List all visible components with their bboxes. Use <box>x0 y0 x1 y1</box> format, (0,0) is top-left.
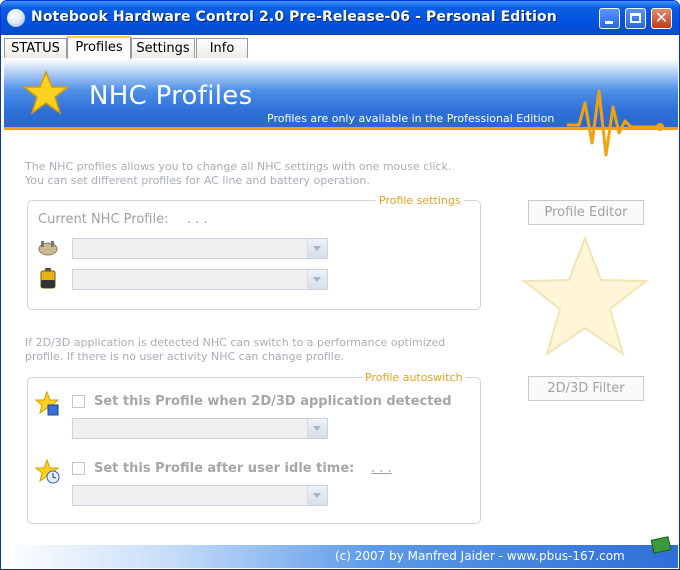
app-detect-label: Set this Profile when 2D/3D application … <box>94 394 452 409</box>
idle-profile-dropdown[interactable] <box>72 485 328 506</box>
idle-time-link[interactable]: . . . <box>371 461 392 476</box>
app-detect-dropdown-button[interactable] <box>307 419 327 438</box>
ac-dropdown-button[interactable] <box>307 239 327 258</box>
heartbeat-graphic <box>567 89 664 157</box>
intro-text: The NHC profiles allows you to change al… <box>25 160 451 188</box>
battery-profile-dropdown[interactable] <box>72 269 328 290</box>
header-subtitle: Profiles are only available in the Profe… <box>267 112 555 125</box>
tab-bar: STATUS Profiles Settings Info <box>4 36 678 59</box>
tab-info[interactable]: Info <box>196 38 248 58</box>
autoswitch-intro-line-1: If 2D/3D application is detected NHC can… <box>25 336 446 349</box>
star-app-icon <box>35 391 60 416</box>
footer-copyright: (c) 2007 by Manfred Jaider - www.pbus-16… <box>335 549 625 563</box>
app-icon <box>7 9 25 27</box>
intro-line-2: You can set different profiles for AC li… <box>25 174 370 187</box>
filter-button[interactable]: 2D/3D Filter <box>528 376 644 401</box>
chevron-down-icon <box>313 246 321 251</box>
large-star-watermark-icon <box>521 235 649 357</box>
profile-autoswitch-legend: Profile autoswitch <box>362 371 466 384</box>
app-detect-profile-dropdown[interactable] <box>72 418 328 439</box>
tab-settings[interactable]: Settings <box>131 38 195 58</box>
title-bar[interactable]: Notebook Hardware Control 2.0 Pre-Releas… <box>1 1 679 35</box>
app-detect-checkbox[interactable] <box>72 395 85 408</box>
battery-icon <box>40 268 56 289</box>
window-title: Notebook Hardware Control 2.0 Pre-Releas… <box>31 9 557 25</box>
tab-status[interactable]: STATUS <box>4 38 67 58</box>
maximize-icon <box>630 13 641 23</box>
chevron-down-icon <box>313 493 321 498</box>
star-icon <box>23 70 69 115</box>
intro-line-1: The NHC profiles allows you to change al… <box>25 160 452 173</box>
idle-checkbox[interactable] <box>72 462 85 475</box>
app-window: Notebook Hardware Control 2.0 Pre-Releas… <box>0 0 680 570</box>
ac-profile-dropdown[interactable] <box>72 238 328 259</box>
close-button[interactable]: ✕ <box>651 8 672 29</box>
current-profile-value: . . . <box>187 212 208 227</box>
autoswitch-intro-line-2: profile. If there is no user activity NH… <box>25 350 345 363</box>
star-clock-icon <box>35 459 60 484</box>
minimize-icon <box>605 21 613 24</box>
maximize-button[interactable] <box>625 8 646 29</box>
tab-profiles[interactable]: Profiles <box>67 36 131 59</box>
page-title: NHC Profiles <box>89 81 253 111</box>
profile-editor-button[interactable]: Profile Editor <box>528 200 644 225</box>
idle-label: Set this Profile after user idle time: <box>94 461 355 476</box>
ac-power-icon <box>38 241 58 256</box>
battery-dropdown-button[interactable] <box>307 270 327 289</box>
current-profile-label: Current NHC Profile: <box>38 212 169 227</box>
idle-dropdown-button[interactable] <box>307 486 327 505</box>
minimize-button[interactable] <box>599 8 620 29</box>
close-icon: ✕ <box>654 8 669 27</box>
chevron-down-icon <box>313 426 321 431</box>
profile-settings-legend: Profile settings <box>376 194 464 207</box>
autoswitch-intro-text: If 2D/3D application is detected NHC can… <box>25 336 445 364</box>
chevron-down-icon <box>313 277 321 282</box>
